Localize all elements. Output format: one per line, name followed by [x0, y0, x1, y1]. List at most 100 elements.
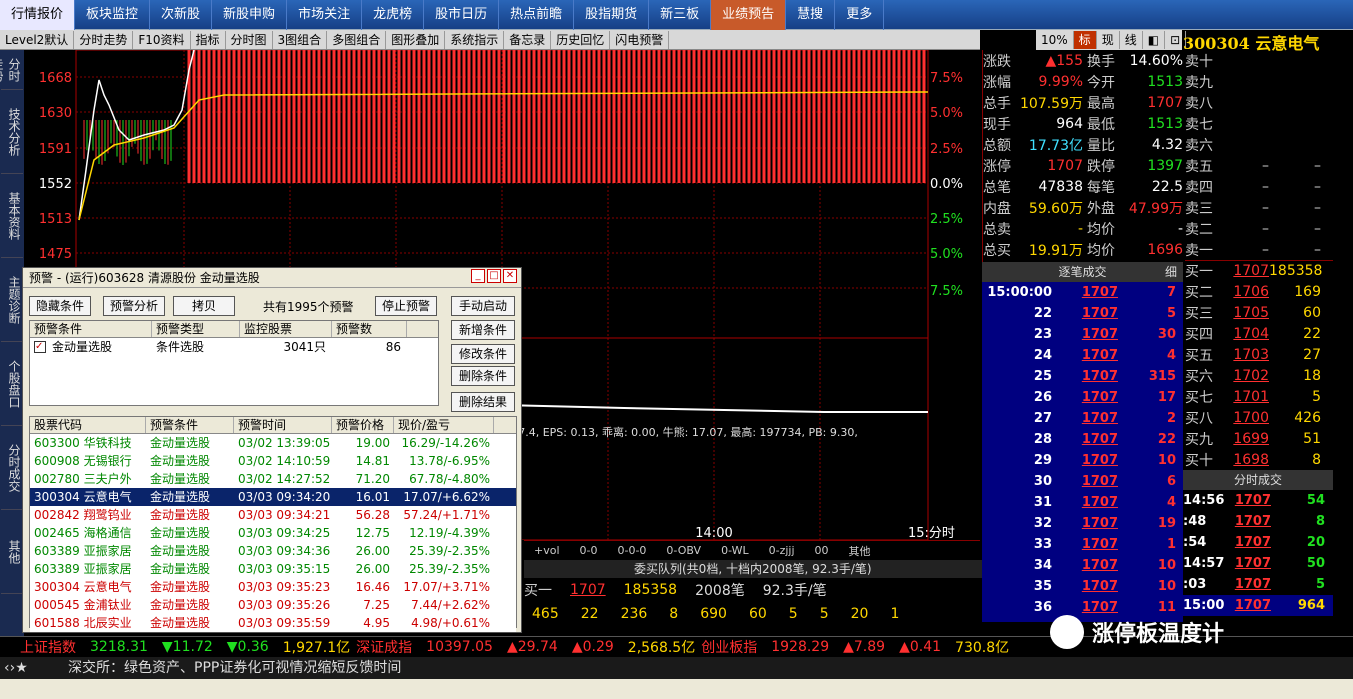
order-label: 卖十 — [1185, 53, 1213, 70]
index-value[interactable]: 深证成指 — [356, 637, 412, 657]
nav-item[interactable]: 股指期货 — [574, 0, 650, 30]
column-header[interactable]: 预警条件 — [146, 417, 234, 433]
toolbar-item[interactable]: 分时走势 — [74, 30, 134, 49]
toolbar-item[interactable]: 系统指示 — [445, 30, 505, 49]
condition-row[interactable]: ✓ 金动量选股 条件选股 3041只 86 — [30, 338, 438, 356]
side-tab[interactable]: 分时走势 — [0, 50, 23, 90]
tick-row: 33 1707 1 — [982, 534, 1183, 555]
alert-row[interactable]: 601588 北辰实业 金动量选股 03/03 09:35:59 4.95 4.98/+… — [30, 614, 516, 632]
minute-trade-row: :48 1707 8 — [1183, 511, 1333, 532]
column-header[interactable]: 预警时间 — [234, 417, 332, 433]
toolbar-item[interactable]: 图形叠加 — [386, 30, 446, 49]
nav-item[interactable]: 新三板 — [649, 0, 712, 30]
side-tab[interactable]: 其他 — [1, 510, 23, 594]
quote-value: 1696 — [1147, 241, 1183, 258]
alert-row[interactable]: 300304 云意电气 金动量选股 03/03 09:35:23 16.46 17.07… — [30, 578, 516, 596]
checkbox-icon[interactable]: ✓ — [34, 341, 46, 353]
nav-item[interactable]: 慧搜 — [786, 0, 836, 30]
order-price: 1702 — [1233, 367, 1269, 384]
toolbar-item[interactable]: 备忘录 — [504, 30, 552, 49]
side-tab[interactable]: 主题诊断 — [1, 258, 23, 342]
quote-row: 总笔 47838 每笔 22.5 — [983, 176, 1183, 197]
delete-results-button[interactable]: 删除结果 — [451, 392, 515, 412]
nav-item[interactable]: 市场关注 — [287, 0, 363, 30]
nav-item[interactable]: 次新股 — [150, 0, 213, 30]
arrows-icon[interactable]: ‹›★ — [4, 657, 28, 679]
minimize-icon[interactable]: _ — [471, 269, 485, 283]
add-condition-button[interactable]: 新增条件 — [451, 320, 515, 340]
alert-cell: 71.20 — [355, 472, 390, 486]
alert-row[interactable]: 000545 金浦钛业 金动量选股 03/03 09:35:26 7.25 7.44/+… — [30, 596, 516, 614]
toolbar-item[interactable]: Level2默认 — [0, 30, 75, 49]
view-option[interactable]: 标 — [1073, 31, 1097, 49]
toolbar-item[interactable]: 闪电预警 — [610, 30, 670, 49]
indicator-tab[interactable]: 0-OBV — [656, 544, 711, 557]
view-option[interactable]: 现 — [1097, 31, 1120, 49]
alert-row[interactable]: 002780 三夫户外 金动量选股 03/02 14:27:52 71.20 67.78… — [30, 470, 516, 488]
indicator-tab[interactable]: 0-zjjj — [759, 544, 805, 557]
maximize-icon[interactable]: □ — [487, 269, 501, 283]
tick-list[interactable]: 逐笔成交细 15:00:00 1707 7 22 1707 5 23 1707 30 24 1707… — [982, 262, 1183, 622]
indicator-tab[interactable]: 0-WL — [711, 544, 759, 557]
toolbar-item[interactable]: F10资料 — [133, 30, 191, 49]
edit-condition-button[interactable]: 修改条件 — [451, 344, 515, 364]
nav-item[interactable]: 热点前瞻 — [499, 0, 575, 30]
alert-cell: 金动量选股 — [150, 580, 211, 594]
nav-item[interactable]: 龙虎榜 — [362, 0, 425, 30]
trade-price: 1707 — [1234, 556, 1271, 571]
toolbar-item[interactable]: 历史回忆 — [551, 30, 611, 49]
news-ticker[interactable]: ‹›★ 深交所：绿色资产、PPP证券化可视情况缩短反馈时间 — [0, 657, 1353, 679]
toolbar-item[interactable]: 分时图 — [226, 30, 273, 49]
stop-alert-button[interactable]: 停止预警 — [375, 296, 437, 316]
nav-item[interactable]: 新股申购 — [212, 0, 288, 30]
alert-row[interactable]: 603389 亚振家居 金动量选股 03/03 09:35:15 26.00 25.39… — [30, 560, 516, 578]
alert-row[interactable]: 002842 翔鹭钨业 金动量选股 03/03 09:34:21 56.28 57.24… — [30, 506, 516, 524]
column-header[interactable]: 预警价格 — [332, 417, 394, 433]
column-header[interactable]: 股票代码 — [30, 417, 146, 433]
toolbar-item[interactable]: 多图组合 — [327, 30, 387, 49]
index-value[interactable]: 创业板指 — [701, 637, 757, 657]
column-header[interactable]: 监控股票 — [240, 321, 332, 337]
delete-condition-button[interactable]: 删除条件 — [451, 366, 515, 386]
side-tab[interactable]: 基本资料 — [1, 174, 23, 258]
alert-row[interactable]: 300304 云意电气 金动量选股 03/03 09:34:20 16.01 17.07… — [30, 488, 516, 506]
indicator-tab[interactable]: 0-0 — [570, 544, 608, 557]
alert-row[interactable]: 002465 海格通信 金动量选股 03/03 09:34:25 12.75 12.19… — [30, 524, 516, 542]
indicator-tab[interactable]: 0-0-0 — [607, 544, 656, 557]
column-header[interactable]: 预警数 — [332, 321, 407, 337]
side-tab[interactable]: 技术分析 — [1, 90, 23, 174]
view-option[interactable]: ◧ — [1143, 31, 1166, 49]
index-value[interactable]: 上证指数 — [20, 637, 76, 657]
alert-row[interactable]: 603389 亚振家居 金动量选股 03/03 09:34:36 26.00 25.39… — [30, 542, 516, 560]
column-header[interactable]: 预警类型 — [152, 321, 240, 337]
alert-dialog[interactable]: 预警 - (运行)603628 清源股份 金动量选股 _ □ ✕ 隐藏条件 预警… — [22, 267, 522, 633]
side-tab[interactable]: 个股盘口 — [1, 342, 23, 426]
nav-item[interactable]: 更多 — [835, 0, 885, 30]
quote-row: 总额 17.73亿 量比 4.32 — [983, 134, 1183, 155]
column-header[interactable]: 现价/盈亏 — [394, 417, 494, 433]
indicator-tab[interactable]: 其他 — [839, 543, 881, 559]
indicator-tab[interactable]: 00 — [805, 544, 839, 557]
alert-cell: 67.78/-4.80% — [409, 472, 490, 486]
column-header[interactable]: 预警条件 — [30, 321, 152, 337]
toolbar-item[interactable]: 指标 — [191, 30, 226, 49]
alert-row[interactable]: 603300 华铁科技 金动量选股 03/02 13:39:05 19.00 16.29… — [30, 434, 516, 452]
view-option[interactable]: 线 — [1120, 31, 1143, 49]
manual-start-button[interactable]: 手动启动 — [451, 296, 515, 316]
order-row: 买四 1704 22 — [1185, 323, 1333, 344]
alert-analysis-button[interactable]: 预警分析 — [103, 296, 165, 316]
nav-item[interactable]: 行情报价 — [0, 0, 76, 30]
nav-item[interactable]: 股市日历 — [424, 0, 500, 30]
nav-item[interactable]: 板块监控 — [75, 0, 151, 30]
alert-row[interactable]: 600908 无锡银行 金动量选股 03/02 14:10:59 14.81 13.78… — [30, 452, 516, 470]
side-tab[interactable]: 分时成交 — [1, 426, 23, 510]
order-row: 买五 1703 27 — [1185, 344, 1333, 365]
close-icon[interactable]: ✕ — [503, 269, 517, 283]
nav-item[interactable]: 业绩预告 — [711, 0, 787, 30]
toolbar-item[interactable]: 3图组合 — [273, 30, 328, 49]
tick-detail-button[interactable]: 细 — [1165, 262, 1177, 282]
indicator-tab[interactable]: +vol — [524, 544, 570, 557]
hide-conditions-button[interactable]: 隐藏条件 — [29, 296, 91, 316]
view-option[interactable]: 10% — [1036, 31, 1074, 49]
copy-button[interactable]: 拷贝 — [173, 296, 235, 316]
